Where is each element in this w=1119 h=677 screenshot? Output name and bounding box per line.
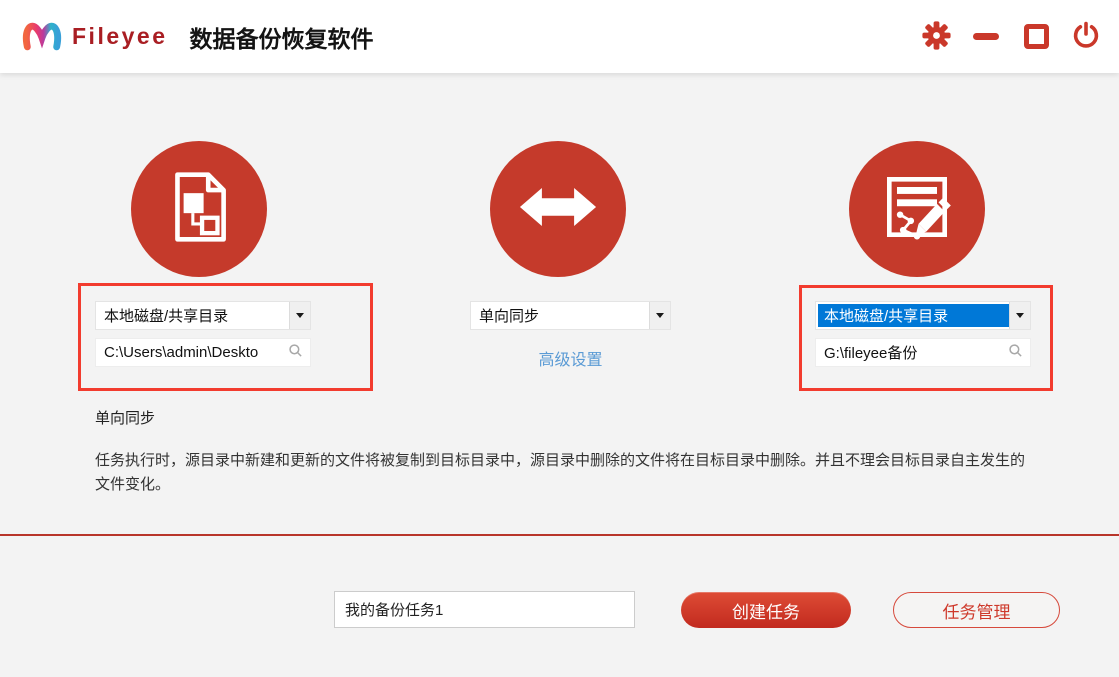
app-title: 数据备份恢复软件: [190, 20, 374, 54]
sync-mode-label: 单向同步: [95, 407, 155, 428]
power-icon: [1071, 20, 1101, 53]
gear-icon: [922, 21, 951, 53]
section-divider: [0, 534, 1119, 536]
maximize-icon: [1024, 24, 1049, 49]
target-type-select[interactable]: 本地磁盘/共享目录: [815, 301, 1031, 330]
maximize-button[interactable]: [1021, 22, 1051, 52]
chevron-down-icon[interactable]: [649, 302, 670, 329]
source-type-select[interactable]: 本地磁盘/共享目录: [95, 301, 311, 330]
minimize-icon: [973, 33, 999, 40]
source-path-input[interactable]: [96, 344, 288, 361]
target-type-value: 本地磁盘/共享目录: [818, 304, 1009, 327]
source-path-field: [95, 338, 311, 367]
search-icon[interactable]: [1008, 343, 1023, 363]
advanced-settings-link[interactable]: 高级设置: [470, 346, 671, 370]
power-button[interactable]: [1071, 22, 1101, 52]
minimize-button[interactable]: [971, 22, 1001, 52]
task-name-input[interactable]: [334, 591, 635, 628]
target-circle: [849, 141, 985, 277]
brand-name: Fileyee: [72, 23, 168, 50]
sync-circle: [490, 141, 626, 277]
source-highlight-box: [78, 283, 373, 391]
manage-tasks-button[interactable]: 任务管理: [893, 592, 1060, 628]
source-circle: [131, 141, 267, 277]
sync-mode-value: 单向同步: [471, 302, 649, 329]
target-path-input[interactable]: [816, 344, 1008, 361]
chevron-down-icon[interactable]: [1009, 302, 1030, 329]
search-icon[interactable]: [288, 343, 303, 363]
window-controls: [921, 0, 1101, 73]
sync-mode-select[interactable]: 单向同步: [470, 301, 671, 330]
document-flowchart-icon: [159, 167, 239, 252]
create-task-button[interactable]: 创建任务: [681, 592, 851, 628]
chevron-down-icon[interactable]: [289, 302, 310, 329]
double-arrow-icon: [517, 177, 599, 242]
target-path-field: [815, 338, 1031, 367]
fileyee-logo-icon: [20, 12, 64, 61]
source-type-value: 本地磁盘/共享目录: [96, 302, 289, 329]
app-header: Fileyee 数据备份恢复软件: [0, 0, 1119, 73]
sync-mode-description: 任务执行时，源目录中新建和更新的文件将被复制到目标目录中，源目录中删除的文件将在…: [95, 449, 1025, 497]
edit-plan-icon: [877, 167, 957, 252]
settings-button[interactable]: [921, 22, 951, 52]
